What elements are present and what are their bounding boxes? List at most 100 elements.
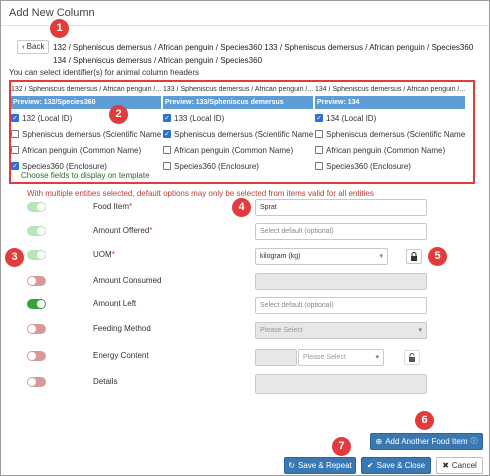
label-details: Details (93, 377, 118, 386)
annotation-marker: 2 (109, 105, 128, 124)
dropdown-caret-icon: ▾ (418, 327, 422, 334)
entity-breadcrumb: 132 / Spheniscus demersus / African peng… (53, 43, 474, 65)
energy-content-input (255, 349, 297, 366)
toggle-energy-content[interactable] (27, 351, 46, 361)
amount-offered-input[interactable]: Select default (optional) (255, 223, 427, 240)
feeding-method-placeholder: Please Select (260, 327, 303, 334)
annotation-marker: 6 (415, 411, 434, 430)
food-item-input[interactable]: Sprat (255, 199, 427, 216)
back-button-label: Back (26, 42, 45, 51)
option-common-name[interactable]: African penguin (Common Name) (315, 143, 465, 157)
entity-column-133: 133 / Spheniscus demersus / African peng… (163, 86, 313, 173)
option-label: African penguin (Common Name) (174, 145, 294, 155)
cancel-label: Cancel (451, 461, 477, 470)
dialog-title-bar: Add New Column (1, 1, 489, 26)
checkbox[interactable] (163, 162, 171, 170)
toggle-amount-consumed[interactable] (27, 276, 46, 286)
cancel-button[interactable]: ✖ Cancel (436, 457, 483, 474)
close-icon: ✖ (442, 461, 449, 470)
option-enclosure[interactable]: Species360 (Enclosure) (163, 159, 313, 173)
label-amount-left: Amount Left (93, 299, 137, 308)
annotation-marker: 7 (332, 437, 351, 456)
option-enclosure[interactable]: Species360 (Enclosure) (315, 159, 465, 173)
option-label: 132 (Local ID) (22, 113, 73, 123)
amount-left-input[interactable]: Select default (optional) (255, 297, 427, 314)
option-label: 133 (Local ID) (174, 113, 225, 123)
dialog-title: Add New Column (9, 7, 95, 19)
option-local-id[interactable]: ✓ 132 (Local ID) (11, 111, 161, 125)
save-repeat-label: Save & Repeat (297, 461, 352, 470)
checkbox[interactable] (163, 146, 171, 154)
entity-identifier-panel: 132 / Spheniscus demersus / African peng… (9, 80, 475, 184)
energy-unit-select: Please Select ▾ (298, 349, 384, 366)
label-amount-offered: Amount Offered* (93, 226, 153, 235)
plus-circle-icon: ⊕ (375, 437, 383, 446)
checkbox-checked[interactable]: ✓ (11, 162, 19, 170)
option-label: African penguin (Common Name) (326, 145, 446, 155)
entity-header: 134 / Spheniscus demersus / African peng… (315, 86, 465, 93)
save-close-label: Save & Close (376, 461, 426, 470)
option-label: African penguin (Common Name) (22, 145, 142, 155)
option-local-id[interactable]: ✓ 133 (Local ID) (163, 111, 313, 125)
energy-unit-placeholder: Please Select (303, 354, 346, 361)
unlock-button[interactable] (404, 350, 420, 365)
identifier-hint: You can select identifier(s) for animal … (9, 68, 200, 77)
choose-fields-hint: Choose fields to display on template (21, 171, 150, 180)
repeat-icon: ↻ (288, 461, 295, 470)
multi-entity-warning: With multiple entities selected, default… (27, 189, 374, 198)
chevron-left-icon: ‹ (22, 42, 25, 51)
checkbox-checked[interactable]: ✓ (315, 114, 323, 122)
preview-bar: Preview: 134 (315, 96, 465, 109)
option-common-name[interactable]: African penguin (Common Name) (163, 143, 313, 157)
option-scientific-name[interactable]: ✓ Spheniscus demersus (Scientific Name) (163, 127, 313, 141)
annotation-marker: 1 (50, 19, 69, 38)
unlock-icon (409, 353, 415, 362)
checkbox[interactable] (315, 162, 323, 170)
annotation-marker: 3 (5, 248, 24, 267)
lock-icon (411, 252, 417, 261)
save-and-repeat-button[interactable]: ↻ Save & Repeat (284, 457, 356, 474)
toggle-uom[interactable] (27, 250, 46, 260)
option-scientific-name[interactable]: Spheniscus demersus (Scientific Name) (315, 127, 465, 141)
checkbox-checked[interactable]: ✓ (11, 114, 19, 122)
entity-column-132: 132 / Spheniscus demersus / African peng… (11, 86, 161, 173)
option-scientific-name[interactable]: Spheniscus demersus (Scientific Name) (11, 127, 161, 141)
dropdown-caret-icon: ▾ (379, 253, 383, 260)
amount-consumed-input (255, 273, 427, 290)
toggle-food-item[interactable] (27, 202, 46, 212)
option-label: Species360 (Enclosure) (174, 161, 259, 171)
add-another-food-item-button[interactable]: ⊕ Add Another Food Item ⓘ (370, 433, 483, 450)
lock-button[interactable] (406, 249, 422, 264)
toggle-feeding-method[interactable] (27, 324, 46, 334)
feeding-method-select: Please Select ▾ (255, 322, 427, 339)
entity-header: 132 / Spheniscus demersus / African peng… (11, 86, 161, 93)
annotation-marker: 5 (428, 247, 447, 266)
checkbox-checked[interactable]: ✓ (163, 130, 171, 138)
save-and-close-button[interactable]: ✔ Save & Close (361, 457, 431, 474)
checkbox[interactable] (315, 130, 323, 138)
uom-select[interactable]: kilogram (kg) ▾ (255, 248, 388, 265)
toggle-amount-offered[interactable] (27, 226, 46, 236)
preview-bar: Preview: 132/Species360 (11, 96, 161, 109)
uom-value: kilogram (kg) (260, 253, 301, 260)
option-local-id[interactable]: ✓ 134 (Local ID) (315, 111, 465, 125)
toggle-details[interactable] (27, 377, 46, 387)
option-label: Spheniscus demersus (Scientific Name) (22, 129, 161, 139)
checkbox-checked[interactable]: ✓ (163, 114, 171, 122)
label-energy-content: Energy Content (93, 351, 149, 360)
entity-header: 133 / Spheniscus demersus / African peng… (163, 86, 313, 93)
annotation-marker: 4 (232, 198, 251, 217)
checkbox[interactable] (315, 146, 323, 154)
option-label: Spheniscus demersus (Scientific Name) (326, 129, 465, 139)
label-amount-consumed: Amount Consumed (93, 276, 162, 285)
checkbox[interactable] (11, 146, 19, 154)
add-food-item-label: Add Another Food Item (385, 437, 468, 446)
toggle-amount-left[interactable] (27, 299, 46, 309)
help-icon: ⓘ (470, 438, 478, 445)
back-button[interactable]: ‹ Back (17, 40, 50, 54)
option-label: 134 (Local ID) (326, 113, 377, 123)
entity-column-134: 134 / Spheniscus demersus / African peng… (315, 86, 465, 173)
add-column-dialog: Add New Column ‹ Back 132 / Spheniscus d… (0, 0, 490, 476)
option-common-name[interactable]: African penguin (Common Name) (11, 143, 161, 157)
checkbox[interactable] (11, 130, 19, 138)
